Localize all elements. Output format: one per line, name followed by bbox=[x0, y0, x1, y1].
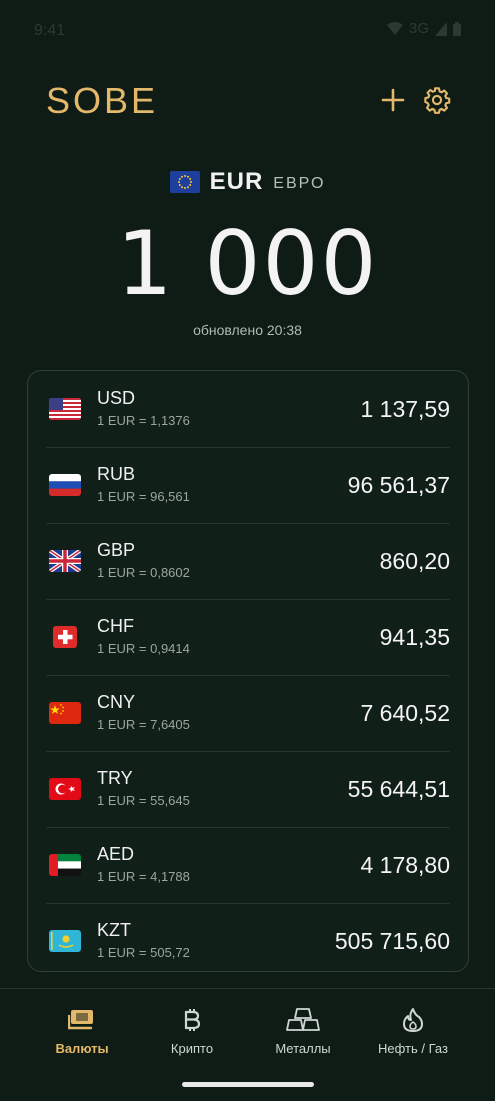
bitcoin-icon bbox=[137, 1007, 247, 1033]
gear-icon bbox=[424, 87, 451, 114]
flag-tr-icon bbox=[49, 778, 81, 800]
rate-row-rub[interactable]: RUB 1 EUR = 96,561 96 561,37 bbox=[46, 447, 450, 524]
rate-conversion: 1 EUR = 0,9414 bbox=[97, 641, 190, 656]
rate-conversion: 1 EUR = 96,561 bbox=[97, 489, 190, 504]
network-label: 3G bbox=[408, 20, 429, 37]
amount-input[interactable]: 1 000 bbox=[0, 212, 495, 315]
rate-code: TRY bbox=[97, 768, 133, 788]
rate-code: AED bbox=[97, 844, 135, 864]
base-currency-name: ЕВРО bbox=[273, 175, 326, 192]
rate-row-try[interactable]: TRY 1 EUR = 55,645 55 644,51 bbox=[46, 751, 450, 828]
rate-conversion: 1 EUR = 4,1788 bbox=[97, 869, 190, 884]
base-currency-selector[interactable]: EUR ЕВРО bbox=[0, 168, 495, 196]
rate-row-cny[interactable]: CNY 1 EUR = 7,6405 7 640,52 bbox=[46, 675, 450, 752]
rate-value: 96 561,37 bbox=[347, 471, 450, 498]
updated-time: обновлено 20:38 bbox=[193, 322, 302, 338]
rate-conversion: 1 EUR = 7,6405 bbox=[97, 717, 190, 732]
rates-list: USD 1 EUR = 1,1376 1 137,59 RUB 1 EUR = … bbox=[27, 370, 469, 972]
nav-label: Крипто bbox=[170, 1041, 214, 1056]
nav-tab-metals[interactable]: Металлы bbox=[248, 1007, 358, 1056]
add-currency-button[interactable] bbox=[377, 84, 409, 116]
flag-ch-icon bbox=[53, 626, 77, 648]
flame-icon bbox=[358, 1007, 468, 1033]
app-header: SOBE bbox=[46, 80, 453, 121]
home-indicator[interactable] bbox=[182, 1082, 314, 1087]
nav-tab-oil-gas[interactable]: Нефть / Газ bbox=[358, 1007, 468, 1056]
rate-conversion: 1 EUR = 505,72 bbox=[97, 945, 190, 960]
rate-value: 860,20 bbox=[379, 547, 450, 574]
rate-conversion: 1 EUR = 0,8602 bbox=[97, 565, 190, 580]
rate-row-usd[interactable]: USD 1 EUR = 1,1376 1 137,59 bbox=[46, 371, 450, 448]
nav-label: Металлы bbox=[275, 1041, 331, 1056]
nav-label: Валюты bbox=[55, 1041, 109, 1056]
rate-conversion: 1 EUR = 55,645 bbox=[97, 793, 190, 808]
rate-code: CNY bbox=[97, 692, 136, 712]
rate-value: 505 715,60 bbox=[334, 927, 450, 954]
rate-code: RUB bbox=[97, 464, 136, 484]
rate-value: 1 137,59 bbox=[360, 395, 450, 422]
flag-cn-icon bbox=[49, 702, 81, 724]
app-logo: SOBE bbox=[46, 80, 159, 121]
rate-code: CHF bbox=[97, 616, 134, 636]
nav-label: Нефть / Газ bbox=[378, 1041, 448, 1056]
settings-button[interactable] bbox=[421, 84, 453, 116]
gold-bars-icon bbox=[248, 1007, 358, 1033]
cash-icon bbox=[27, 1007, 137, 1033]
rate-code: USD bbox=[97, 388, 136, 408]
flag-us-icon bbox=[49, 398, 81, 420]
status-icons: 3G bbox=[386, 20, 461, 37]
flag-kz-icon bbox=[49, 930, 81, 952]
rate-code: KZT bbox=[97, 920, 131, 940]
base-currency-code: EUR bbox=[209, 168, 264, 195]
rate-row-gbp[interactable]: GBP 1 EUR = 0,8602 860,20 bbox=[46, 523, 450, 600]
rate-row-kzt[interactable]: KZT 1 EUR = 505,72 505 715,60 bbox=[46, 903, 450, 971]
nav-tab-currencies[interactable]: Валюты bbox=[27, 1007, 137, 1056]
rate-value: 55 644,51 bbox=[347, 775, 450, 802]
flag-ru-icon bbox=[49, 474, 81, 496]
rate-row-chf[interactable]: CHF 1 EUR = 0,9414 941,35 bbox=[46, 599, 450, 676]
rate-value: 941,35 bbox=[379, 623, 450, 650]
wifi-icon bbox=[386, 21, 403, 35]
rate-conversion: 1 EUR = 1,1376 bbox=[97, 413, 190, 428]
flag-eu-icon bbox=[169, 171, 200, 193]
plus-icon bbox=[381, 88, 405, 112]
battery-icon bbox=[453, 21, 461, 36]
signal-icon bbox=[435, 21, 447, 36]
rate-value: 7 640,52 bbox=[360, 699, 450, 726]
status-bar: 9:41 3G bbox=[0, 0, 495, 56]
flag-ae-icon bbox=[49, 854, 81, 876]
nav-tab-crypto[interactable]: Крипто bbox=[137, 1007, 247, 1056]
status-time: 9:41 bbox=[34, 22, 66, 39]
flag-gb-icon bbox=[49, 550, 81, 572]
rate-row-aed[interactable]: AED 1 EUR = 4,1788 4 178,80 bbox=[46, 827, 450, 904]
rate-value: 4 178,80 bbox=[360, 851, 450, 878]
rate-code: GBP bbox=[97, 540, 136, 560]
